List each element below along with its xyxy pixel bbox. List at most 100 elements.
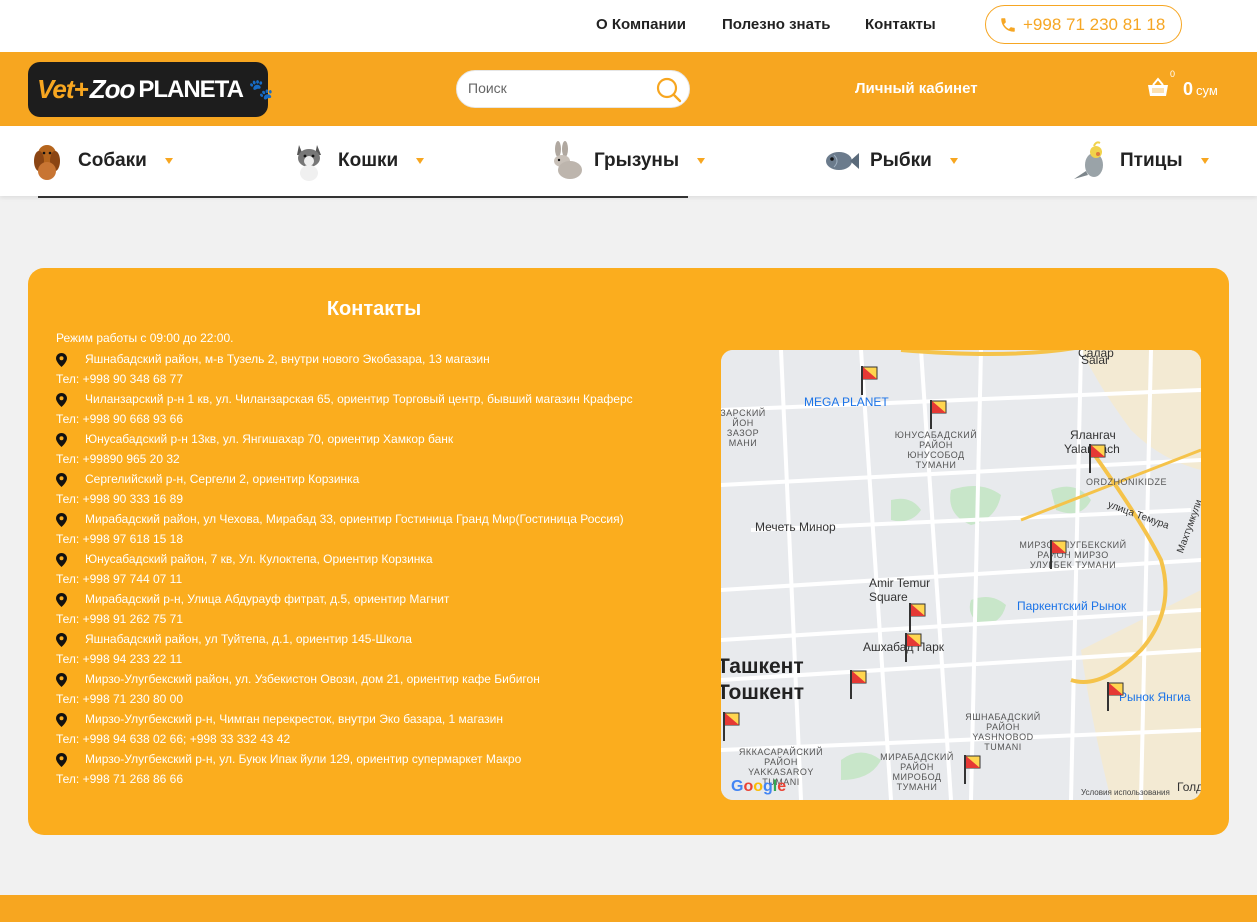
store-flag-marker[interactable] — [907, 601, 929, 633]
site-logo[interactable]: Vet+ Zoo PLANETA 🐾 — [28, 62, 274, 117]
store-flag-marker[interactable] — [859, 364, 881, 396]
top-bar: О Компании Полезно знать Контакты +998 7… — [0, 0, 1257, 52]
address-item: Юнусабадский район, 7 кв, Ул. Кулоктепа,… — [56, 549, 696, 589]
address-line: Юнусабадский р-н 13кв, ул. Янгишахар 70,… — [56, 429, 696, 449]
address-phone: Тел: +998 91 262 75 71 — [56, 612, 184, 626]
map-label-golden: Голде — [1177, 780, 1201, 794]
map-label-salar-lat: Salar — [1081, 353, 1110, 367]
chevron-down-icon — [1200, 158, 1209, 164]
map-terms-link[interactable]: Условия использования — [1081, 788, 1170, 797]
address-text: Сергелийский р-н, Сергели 2, ориентир Ко… — [85, 472, 360, 486]
phone-icon — [1001, 17, 1015, 32]
address-phone: Тел: +998 97 744 07 11 — [56, 572, 183, 586]
address-phone: Тел: +998 71 268 86 66 — [56, 772, 184, 786]
store-flag-marker[interactable] — [903, 631, 925, 663]
map-poi-amir-temur[interactable]: Amir Temur Square — [869, 576, 939, 604]
phone-number: +998 71 230 81 18 — [1023, 14, 1166, 34]
address-phone: Тел: +998 97 618 15 18 — [56, 532, 184, 546]
main-header: Vet+ Zoo PLANETA 🐾 Личный кабинет 0 0сум — [0, 52, 1257, 126]
address-text: Мирабадский р-н, Улица Абдурауф фитрат, … — [85, 592, 450, 606]
map-district-mirzo: МИРЗО-УЛУГБЕКСКИЙ РАЙОН МИРЗО УЛУГБЕК ТУ… — [1019, 540, 1127, 570]
address-line: Мирабадский район, ул Чехова, Мирабад 33… — [56, 509, 696, 529]
nav-about-link[interactable]: О Компании — [596, 16, 686, 33]
chevron-down-icon — [416, 158, 425, 164]
map-district-yunusabad: ЮНУСАБАДСКИЙ РАЙОН ЮНУСОБОД ТУМАНИ — [894, 430, 978, 470]
store-flag-marker[interactable] — [1048, 538, 1070, 570]
store-flag-marker[interactable] — [848, 668, 870, 700]
category-dogs[interactable]: Собаки — [30, 126, 173, 196]
logo-vet: Vet+ — [37, 74, 89, 104]
chevron-down-icon — [697, 158, 706, 164]
map-poi-yangiabad[interactable]: Рынок Янгиа — [1119, 690, 1191, 704]
address-item: Мирзо-Улугбекский р-н, ул. Буюк Ипак йул… — [56, 749, 696, 789]
store-flag-marker[interactable] — [1105, 680, 1127, 712]
map-district-mirabad: МИРАБАДСКИЙ РАЙОН МИРОБОД ТУМАНИ — [880, 752, 954, 792]
address-text: Яшнабадский район, ул Туйтепа, д.1, орие… — [85, 632, 412, 646]
map-label-ordzhonikidze: ORDZHONIKIDZE — [1086, 477, 1168, 487]
store-flag-marker[interactable] — [721, 710, 743, 742]
map-city-tashkent: Ташкент — [721, 655, 804, 678]
map-poi-parkent[interactable]: Паркентский Рынок — [1017, 599, 1126, 613]
category-fish[interactable]: Рыбки — [822, 126, 958, 196]
search-input[interactable] — [468, 80, 648, 96]
store-flag-marker[interactable] — [962, 753, 984, 785]
cat-icon — [297, 145, 321, 181]
address-text: Мирзо-Улугбекский район, ул. Узбекистон … — [85, 672, 540, 686]
cart-count-badge: 0 — [1170, 69, 1176, 79]
address-line: Мирзо-Улугбекский р-н, Чимган перекресто… — [56, 709, 696, 729]
google-logo: Google — [731, 778, 787, 795]
contacts-title: Контакты — [326, 298, 422, 320]
address-item: Сергелийский р-н, Сергели 2, ориентир Ко… — [56, 469, 696, 509]
address-phone: Тел: +998 94 638 02 66; +998 33 332 43 4… — [56, 732, 291, 746]
address-list: Яшнабадский район, м-в Тузель 2, внутри … — [56, 349, 696, 789]
nav-contacts-link[interactable]: Контакты — [865, 16, 936, 33]
address-phone: Тел: +998 90 348 68 77 — [56, 372, 184, 386]
contacts-section: Контакты Режим работы с 09:00 до 22:00. … — [28, 268, 1229, 835]
phone-button[interactable]: +998 71 230 81 18 — [985, 5, 1182, 44]
address-item: Мирзо-Улугбекский район, ул. Узбекистон … — [56, 669, 696, 709]
footer-bar — [0, 895, 1257, 922]
location-pin-icon — [56, 713, 67, 727]
category-label: Грызуны — [594, 150, 680, 171]
category-label: Птицы — [1120, 150, 1183, 171]
location-pin-icon — [56, 553, 67, 567]
address-line: Сергелийский р-н, Сергели 2, ориентир Ко… — [56, 469, 696, 489]
address-line: Мирабадский р-н, Улица Абдурауф фитрат, … — [56, 589, 696, 609]
category-rodents[interactable]: Грызуны — [546, 126, 706, 196]
cart-total[interactable]: 0 сум — [1183, 79, 1218, 100]
map-poi-mosque[interactable]: Мечеть Минор — [755, 520, 836, 534]
category-cats[interactable]: Кошки — [290, 126, 425, 196]
category-label: Кошки — [338, 150, 399, 171]
address-line: Яшнабадский район, м-в Тузель 2, внутри … — [56, 349, 696, 369]
address-item: Мирзо-Улугбекский р-н, Чимган перекресто… — [56, 709, 696, 749]
rabbit-icon — [554, 141, 582, 179]
address-item: Чиланзарский р-н 1 кв, ул. Чиланзарская … — [56, 389, 696, 429]
category-birds[interactable]: Птицы — [1072, 126, 1209, 196]
paw-icon: 🐾 — [248, 79, 274, 101]
search-icon[interactable] — [655, 76, 683, 104]
store-flag-marker[interactable] — [1087, 442, 1109, 474]
map-poi-mega-planet[interactable]: MEGA PLANET — [804, 395, 889, 409]
address-text: Яшнабадский район, м-в Тузель 2, внутри … — [85, 352, 490, 366]
address-item: Яшнабадский район, ул Туйтепа, д.1, орие… — [56, 629, 696, 669]
address-item: Юнусабадский р-н 13кв, ул. Янгишахар 70,… — [56, 429, 696, 469]
working-hours: Режим работы с 09:00 до 22:00. — [56, 331, 234, 345]
logo-zoo: Zoo — [89, 74, 136, 104]
address-phone: Тел: +998 94 233 22 11 — [56, 652, 183, 666]
store-flag-marker[interactable] — [928, 398, 950, 430]
store-map[interactable]: Салар Salar MEGA PLANET Ялангач Yalangac… — [721, 350, 1201, 800]
nav-useful-link[interactable]: Полезно знать — [722, 16, 831, 33]
cart-icon[interactable] — [1146, 76, 1170, 100]
chevron-down-icon — [949, 158, 958, 164]
address-text: Мирзо-Улугбекский р-н, Чимган перекресто… — [85, 712, 503, 726]
dog-icon — [34, 145, 60, 180]
address-line: Юнусабадский район, 7 кв, Ул. Кулоктепа,… — [56, 549, 696, 569]
address-text: Чиланзарский р-н 1 кв, ул. Чиланзарская … — [85, 392, 633, 406]
account-link[interactable]: Личный кабинет — [855, 80, 978, 97]
cart-total-value: 0 — [1183, 79, 1194, 99]
bird-icon — [1074, 141, 1103, 179]
address-text: Мирзо-Улугбекский р-н, ул. Буюк Ипак йул… — [85, 752, 522, 766]
address-text: Юнусабадский район, 7 кв, Ул. Кулоктепа,… — [85, 552, 433, 566]
location-pin-icon — [56, 593, 67, 607]
address-text: Юнусабадский р-н 13кв, ул. Янгишахар 70,… — [85, 432, 454, 446]
